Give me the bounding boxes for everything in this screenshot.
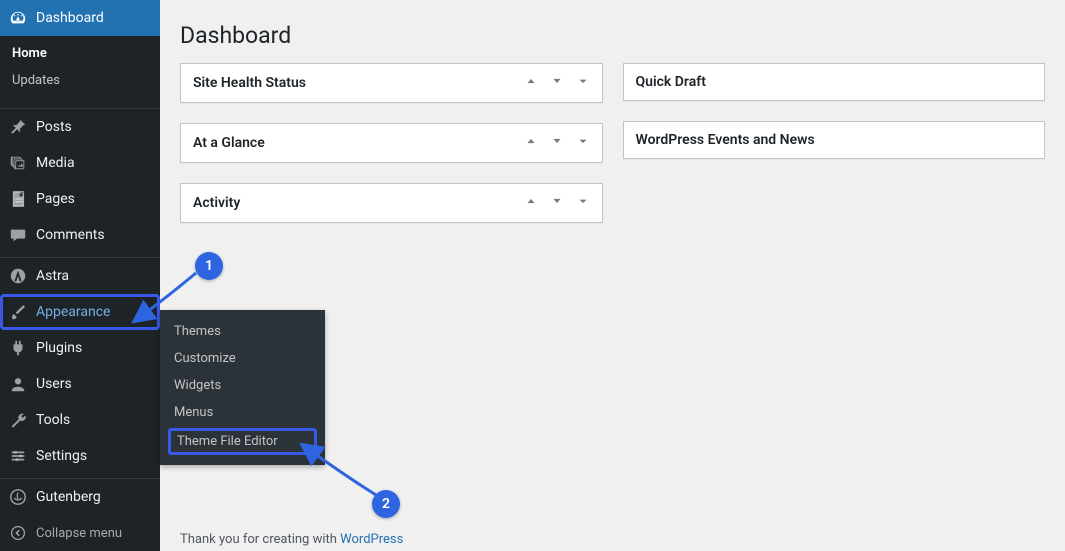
flyout-item-customize[interactable]: Customize [160,345,325,372]
toggle-icon[interactable] [576,74,590,92]
wrench-icon [8,410,28,430]
sidebar-item-astra-label: Astra [36,268,69,284]
comment-icon [8,225,28,245]
postbox-events: WordPress Events and News [623,121,1046,159]
postbox-activity: Activity [180,183,603,223]
footer-thanks: Thank you for creating with WordPress [180,532,403,547]
sidebar-subitem-home[interactable]: Home [0,40,160,67]
sidebar-item-media[interactable]: Media [0,145,160,181]
wordpress-link[interactable]: WordPress [340,532,403,547]
postbox-title: Activity [193,195,240,211]
page-title: Dashboard [180,10,1045,63]
brush-icon [8,302,28,322]
sidebar-item-settings-label: Settings [36,448,87,464]
sidebar-item-plugins-label: Plugins [36,340,82,356]
appearance-flyout: Themes Customize Widgets Menus Theme Fil… [160,310,325,465]
postbox-title: Quick Draft [636,74,706,90]
sidebar-item-tools[interactable]: Tools [0,402,160,438]
postbox-title: WordPress Events and News [636,132,815,148]
sidebar-item-comments[interactable]: Comments [0,217,160,253]
annotation-badge-2: 2 [372,490,400,518]
flyout-item-widgets[interactable]: Widgets [160,372,325,399]
sidebar-item-dashboard-label: Dashboard [36,10,104,26]
pin-icon [8,117,28,137]
collapse-icon [8,523,28,543]
toggle-icon[interactable] [576,194,590,212]
sidebar-item-posts[interactable]: Posts [0,109,160,145]
postbox-quick-draft: Quick Draft [623,63,1046,101]
sidebar-item-pages-label: Pages [36,191,75,207]
astra-icon [8,266,28,286]
flyout-item-theme-file-editor[interactable]: Theme File Editor [168,428,317,455]
sidebar-dashboard-submenu: Home Updates [0,36,160,104]
toggle-icon[interactable] [576,134,590,152]
move-down-icon[interactable] [550,74,564,92]
sidebar-item-posts-label: Posts [36,119,72,135]
sidebar-item-dashboard[interactable]: Dashboard [0,0,160,36]
sidebar-item-settings[interactable]: Settings [0,438,160,474]
sidebar-item-appearance-label: Appearance [36,304,110,320]
move-up-icon[interactable] [524,134,538,152]
sliders-icon [8,446,28,466]
sidebar-item-comments-label: Comments [36,227,105,243]
page-icon [8,189,28,209]
user-icon [8,374,28,394]
move-down-icon[interactable] [550,194,564,212]
sidebar-subitem-updates[interactable]: Updates [0,67,160,94]
media-icon [8,153,28,173]
postbox-site-health: Site Health Status [180,63,603,103]
postbox-at-a-glance: At a Glance [180,123,603,163]
sidebar-item-pages[interactable]: Pages [0,181,160,217]
sidebar-item-users-label: Users [36,376,72,392]
annotation-badge-1: 1 [195,252,223,280]
gutenberg-icon [8,487,28,507]
sidebar-item-gutenberg[interactable]: Gutenberg [0,479,160,515]
annotation-arrow-1 [126,268,206,328]
postbox-title: Site Health Status [193,75,306,91]
dashboard-icon [8,8,28,28]
collapse-menu-label: Collapse menu [36,526,122,541]
sidebar-item-media-label: Media [36,155,75,171]
collapse-menu-button[interactable]: Collapse menu [0,515,160,551]
sidebar-item-users[interactable]: Users [0,366,160,402]
sidebar-item-tools-label: Tools [36,412,70,428]
sidebar-item-gutenberg-label: Gutenberg [36,489,101,505]
move-down-icon[interactable] [550,134,564,152]
move-up-icon[interactable] [524,194,538,212]
dashboard-col-right: Quick Draft WordPress Events and News [623,63,1046,223]
flyout-item-menus[interactable]: Menus [160,399,325,426]
plugin-icon [8,338,28,358]
annotation-arrow-2 [296,443,386,503]
dashboard-widgets: Site Health Status At a Glance [180,63,1045,223]
footer-thanks-text: Thank you for creating with [180,532,340,547]
sidebar-item-plugins[interactable]: Plugins [0,330,160,366]
postbox-title: At a Glance [193,135,265,151]
move-up-icon[interactable] [524,74,538,92]
dashboard-col-left: Site Health Status At a Glance [180,63,603,223]
